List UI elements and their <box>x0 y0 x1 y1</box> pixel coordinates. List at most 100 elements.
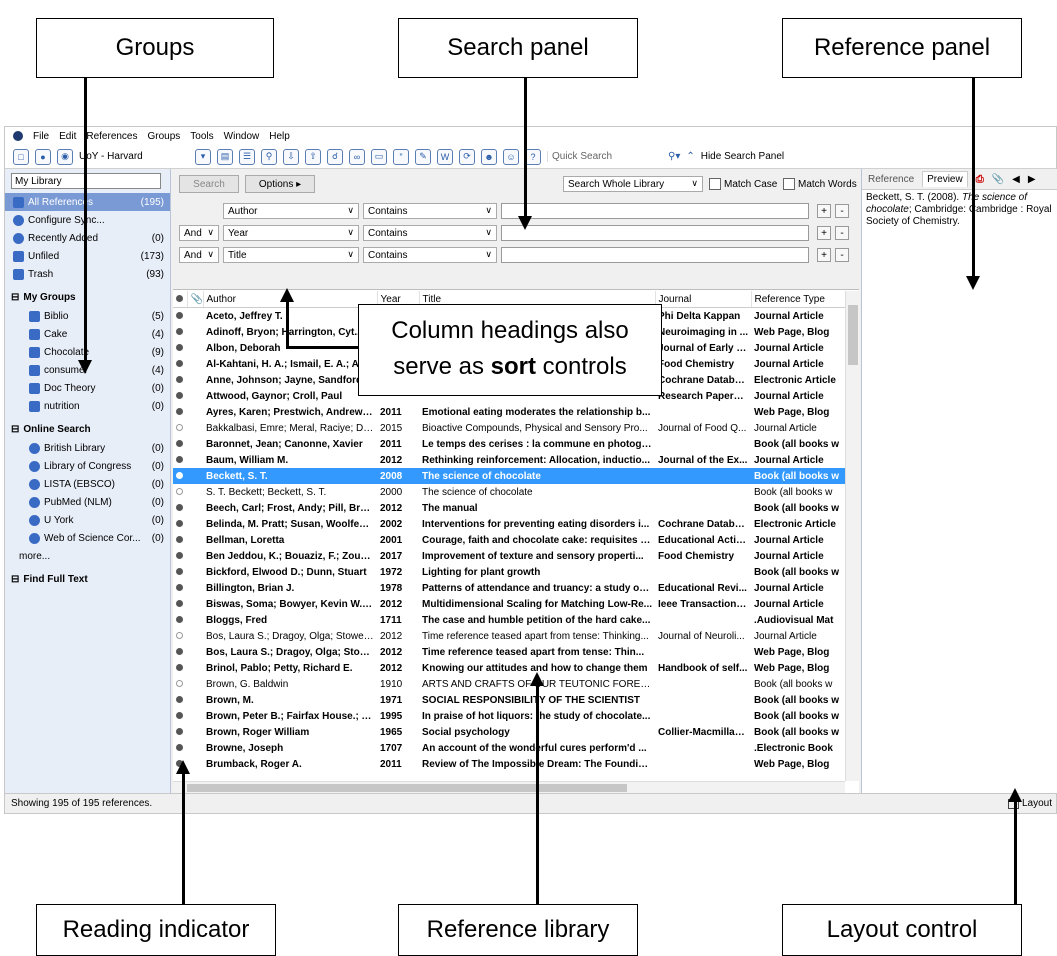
import-icon[interactable]: ⇩ <box>283 148 299 165</box>
menu-window[interactable]: Window <box>224 131 260 142</box>
unread-dot-icon[interactable] <box>176 375 183 383</box>
match-case-checkbox[interactable]: Match Case <box>709 178 777 190</box>
group-recently-added[interactable]: Recently Added (0) <box>5 229 170 247</box>
group-unfiled[interactable]: Unfiled (173) <box>5 247 170 265</box>
operator-select-3[interactable]: Contains <box>363 247 497 263</box>
remove-row-button-3[interactable]: - <box>835 248 849 262</box>
vertical-scrollbar[interactable] <box>845 291 860 781</box>
find-full-text-icon[interactable]: ⚲ <box>261 148 277 165</box>
unread-dot-icon[interactable] <box>176 343 183 351</box>
new-reference-icon[interactable]: ☰ <box>239 148 255 165</box>
options-button[interactable]: Options ▸ <box>245 175 315 193</box>
unread-dot-icon[interactable] <box>176 471 183 479</box>
online-more-link[interactable]: more... <box>5 547 170 565</box>
add-row-button-1[interactable]: + <box>817 204 831 218</box>
table-row[interactable]: Bos, Laura S.; Dragoy, Olga; Stowe, L...… <box>173 628 845 644</box>
table-row[interactable]: Brown, Peter B.; Fairfax House.; Y... 199… <box>173 708 845 724</box>
match-words-checkbox[interactable]: Match Words <box>783 178 857 190</box>
table-row[interactable]: Billington, Brian J. 1978 Patterns of atte… <box>173 580 845 596</box>
field-select-3[interactable]: Title <box>223 247 359 263</box>
table-row[interactable]: Brumback, Roger A. 2011 Review of The Impo… <box>173 756 845 772</box>
table-row[interactable]: Beech, Carl; Frost, Andy; Pill, Bryan;..… <box>173 500 845 516</box>
my-groups-header[interactable]: ⊟ My Groups <box>5 287 170 307</box>
online-web-of-science[interactable]: Web of Science Cor... (0) <box>5 529 170 547</box>
unread-dot-icon[interactable] <box>176 391 183 399</box>
table-row[interactable]: Baronnet, Jean; Canonne, Xavier 2011 Le te… <box>173 436 845 452</box>
read-dot-icon[interactable] <box>176 487 183 495</box>
unread-dot-icon[interactable] <box>176 567 183 575</box>
group-all-references[interactable]: All References (195) <box>5 193 170 211</box>
search-term-input-2[interactable] <box>501 225 809 241</box>
group-share-icon[interactable]: ☺ <box>503 148 519 165</box>
table-row[interactable]: S. T. Beckett; Beckett, S. T. 2000 The sci… <box>173 484 845 500</box>
bool-select-3[interactable]: And <box>179 247 219 263</box>
unread-dot-icon[interactable] <box>176 535 183 543</box>
output-style-select[interactable]: UoY - Harvard <box>79 151 189 162</box>
style-dropdown-icon[interactable]: ▾ <box>195 148 211 165</box>
format-bibliography-icon[interactable]: ✎ <box>415 148 431 165</box>
scroll-thumb[interactable] <box>187 784 627 792</box>
online-pubmed[interactable]: PubMed (NLM) (0) <box>5 493 170 511</box>
online-lista[interactable]: LISTA (EBSCO) (0) <box>5 475 170 493</box>
group-cake[interactable]: Cake (4) <box>5 325 170 343</box>
operator-select-1[interactable]: Contains <box>363 203 497 219</box>
menu-references[interactable]: References <box>86 131 137 142</box>
online-find-icon[interactable]: ☌ <box>327 148 343 165</box>
unread-dot-icon[interactable] <box>176 615 183 623</box>
read-status-column-header[interactable] <box>173 291 188 308</box>
unread-dot-icon[interactable] <box>176 551 183 559</box>
online-u-york[interactable]: U York (0) <box>5 511 170 529</box>
unread-dot-icon[interactable] <box>176 647 183 655</box>
table-row[interactable]: Beckett, S. T. 2008 The science of chocola… <box>173 468 845 484</box>
table-row[interactable]: Bos, Laura S.; Dragoy, Olga; Stowe, ... 2… <box>173 644 845 660</box>
field-select-2[interactable]: Year <box>223 225 359 241</box>
search-term-input-1[interactable] <box>501 203 809 219</box>
column-header-journal[interactable]: Journal <box>655 291 752 308</box>
online-search-icon[interactable]: ● <box>35 148 51 165</box>
read-dot-icon[interactable] <box>176 423 183 431</box>
unread-dot-icon[interactable] <box>176 583 183 591</box>
hide-search-panel-button[interactable]: Hide Search Panel <box>701 151 784 162</box>
sync-icon[interactable]: ⟳ <box>459 148 475 165</box>
help-icon[interactable]: ? <box>525 148 541 165</box>
attachment-column-header[interactable]: 📎 <box>187 291 204 308</box>
unread-dot-icon[interactable] <box>176 327 183 335</box>
unread-dot-icon[interactable] <box>176 743 183 751</box>
unread-dot-icon[interactable] <box>176 695 183 703</box>
group-configure-sync[interactable]: Configure Sync... <box>5 211 170 229</box>
add-row-button-3[interactable]: + <box>817 248 831 262</box>
insert-citation-icon[interactable]: ” <box>393 148 409 165</box>
unread-dot-icon[interactable] <box>176 503 183 511</box>
open-file-icon[interactable]: ▭ <box>371 148 387 165</box>
hide-search-panel-icon[interactable]: ⌃ <box>686 151 694 162</box>
online-british-library[interactable]: British Library (0) <box>5 439 170 457</box>
read-dot-icon[interactable] <box>176 679 183 687</box>
menu-tools[interactable]: Tools <box>190 131 213 142</box>
unread-dot-icon[interactable] <box>176 663 183 671</box>
table-row[interactable]: Bickford, Elwood D.; Dunn, Stuart 1972 Lig… <box>173 564 845 580</box>
table-row[interactable]: Belinda, M. Pratt; Susan, Woolfend... 200… <box>173 516 845 532</box>
table-row[interactable]: Bloggs, Fred 1711 The case and humble peti… <box>173 612 845 628</box>
menu-help[interactable]: Help <box>269 131 290 142</box>
bool-select-2[interactable]: And <box>179 225 219 241</box>
search-button[interactable]: Search <box>179 175 239 193</box>
group-doc-theory[interactable]: Doc Theory (0) <box>5 379 170 397</box>
remove-row-button-1[interactable]: - <box>835 204 849 218</box>
unread-dot-icon[interactable] <box>176 711 183 719</box>
unread-dot-icon[interactable] <box>176 519 183 527</box>
column-header-reference-type[interactable]: Reference Type <box>751 291 846 308</box>
previous-icon[interactable]: ◀ <box>1012 174 1020 185</box>
pdf-icon[interactable]: ⎙ <box>976 174 984 185</box>
export-icon[interactable]: ⇧ <box>305 148 321 165</box>
menu-groups[interactable]: Groups <box>148 131 181 142</box>
integrated-library-icon[interactable]: ◉ <box>57 148 73 165</box>
quick-search-input[interactable]: Quick Search <box>547 151 662 162</box>
table-row[interactable]: Biswas, Soma; Bowyer, Kevin W.; Fl... 201… <box>173 596 845 612</box>
online-library-of-congress[interactable]: Library of Congress (0) <box>5 457 170 475</box>
unread-dot-icon[interactable] <box>176 311 183 319</box>
read-dot-icon[interactable] <box>176 631 183 639</box>
table-row[interactable]: Brown, G. Baldwin 1910 ARTS AND CRAFTS OF … <box>173 676 845 692</box>
url-icon[interactable]: ∞ <box>349 148 365 165</box>
find-full-text-header[interactable]: ⊟ Find Full Text <box>5 569 170 589</box>
group-trash[interactable]: Trash (93) <box>5 265 170 283</box>
